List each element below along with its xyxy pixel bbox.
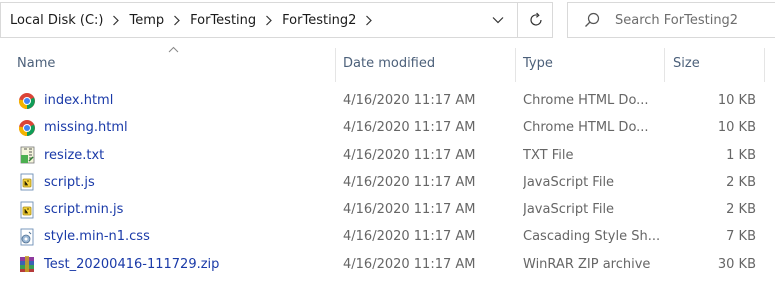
text-file-icon [17,145,37,165]
column-header-row: Name Date modified Type Size [0,44,775,82]
file-type: TXT File [523,147,574,163]
file-type: Chrome HTML Do... [523,93,649,108]
file-size: 1 KB [726,147,756,163]
file-name-cell: resize.txt [17,142,332,169]
file-type: Chrome HTML Do... [523,120,649,136]
file-row[interactable]: script.js 4/16/2020 11:17 AM JavaScript … [0,169,775,196]
address-history-dropdown[interactable] [480,3,516,37]
file-date: 4/16/2020 11:17 AM [343,147,476,163]
file-date: 4/16/2020 11:17 AM [343,256,476,272]
file-type: WinRAR ZIP archive [523,256,651,272]
file-row[interactable]: index.html 4/16/2020 11:17 AM Chrome HTM… [0,87,775,114]
file-name: script.js [44,174,95,190]
file-row[interactable]: missing.html 4/16/2020 11:17 AM Chrome H… [0,114,775,141]
chrome-icon [17,118,37,138]
file-name: Test_20200416-111729.zip [44,256,220,272]
file-size: 2 KB [726,174,756,190]
file-name-cell: missing.html [17,114,332,141]
winrar-icon [17,254,37,274]
file-type: JavaScript File [523,202,615,218]
file-name-cell: Test_20200416-111729.zip [17,251,332,278]
file-name: style.min-n1.css [44,229,150,245]
breadcrumb: Local Disk (C:) Temp ForTesting ForTesti… [7,3,379,37]
file-name-cell: script.min.js [17,196,332,223]
search-icon [584,12,600,28]
column-header-name-label: Name [17,56,56,71]
column-divider[interactable] [764,48,765,82]
file-date: 4/16/2020 11:17 AM [343,93,476,108]
breadcrumb-item-temp[interactable]: Temp [126,13,167,28]
address-bar[interactable]: Local Disk (C:) Temp ForTesting ForTesti… [0,2,553,38]
file-row[interactable]: style.min-n1.css 4/16/2020 11:17 AM Casc… [0,223,775,250]
column-header-type[interactable]: Type [516,44,665,82]
chevron-down-icon [492,17,504,24]
file-row[interactable]: Test_20200416-111729.zip 4/16/2020 11:17… [0,251,775,278]
column-header-date[interactable]: Date modified [336,44,516,82]
file-list: index.html 4/16/2020 11:17 AM Chrome HTM… [0,87,775,278]
column-header-date-label: Date modified [343,56,436,71]
column-header-size-label: Size [673,56,700,71]
chevron-right-icon[interactable] [259,15,279,26]
file-name-cell: style.min-n1.css [17,223,332,250]
file-row[interactable]: resize.txt 4/16/2020 11:17 AM TXT File 1… [0,142,775,169]
breadcrumb-item-local-disk[interactable]: Local Disk (C:) [7,13,106,28]
file-name: missing.html [44,120,128,136]
refresh-icon [529,12,542,26]
chevron-right-icon[interactable] [106,15,126,26]
chevron-right-icon[interactable] [167,15,187,26]
search-input[interactable] [615,12,775,28]
file-date: 4/16/2020 11:17 AM [343,120,476,136]
column-header-name[interactable]: Name [0,44,336,82]
file-name: script.min.js [44,202,124,218]
chrome-icon [17,91,37,111]
file-date: 4/16/2020 11:17 AM [343,229,476,245]
file-name: index.html [44,93,114,108]
column-header-size[interactable]: Size [665,44,765,82]
file-type: JavaScript File [523,174,615,190]
js-file-icon [17,200,37,220]
file-row[interactable]: script.min.js 4/16/2020 11:17 AM JavaScr… [0,196,775,223]
search-box[interactable] [567,2,775,38]
file-name-cell: script.js [17,169,332,196]
js-file-icon [17,172,37,192]
breadcrumb-item-fortesting2[interactable]: ForTesting2 [279,13,359,28]
file-size: 30 KB [717,256,756,272]
file-date: 4/16/2020 11:17 AM [343,174,476,190]
breadcrumb-item-fortesting[interactable]: ForTesting [187,13,259,28]
file-name-cell: index.html [17,87,332,114]
file-size: 2 KB [726,202,756,218]
refresh-button[interactable] [517,3,553,37]
file-size: 7 KB [726,229,756,245]
css-file-icon [17,227,37,247]
file-type: Cascading Style Sh... [523,229,661,245]
column-header-type-label: Type [523,56,553,71]
file-size: 10 KB [717,120,756,136]
file-size: 10 KB [717,93,756,108]
file-date: 4/16/2020 11:17 AM [343,202,476,218]
chevron-right-icon[interactable] [359,15,379,26]
file-name: resize.txt [44,147,105,163]
